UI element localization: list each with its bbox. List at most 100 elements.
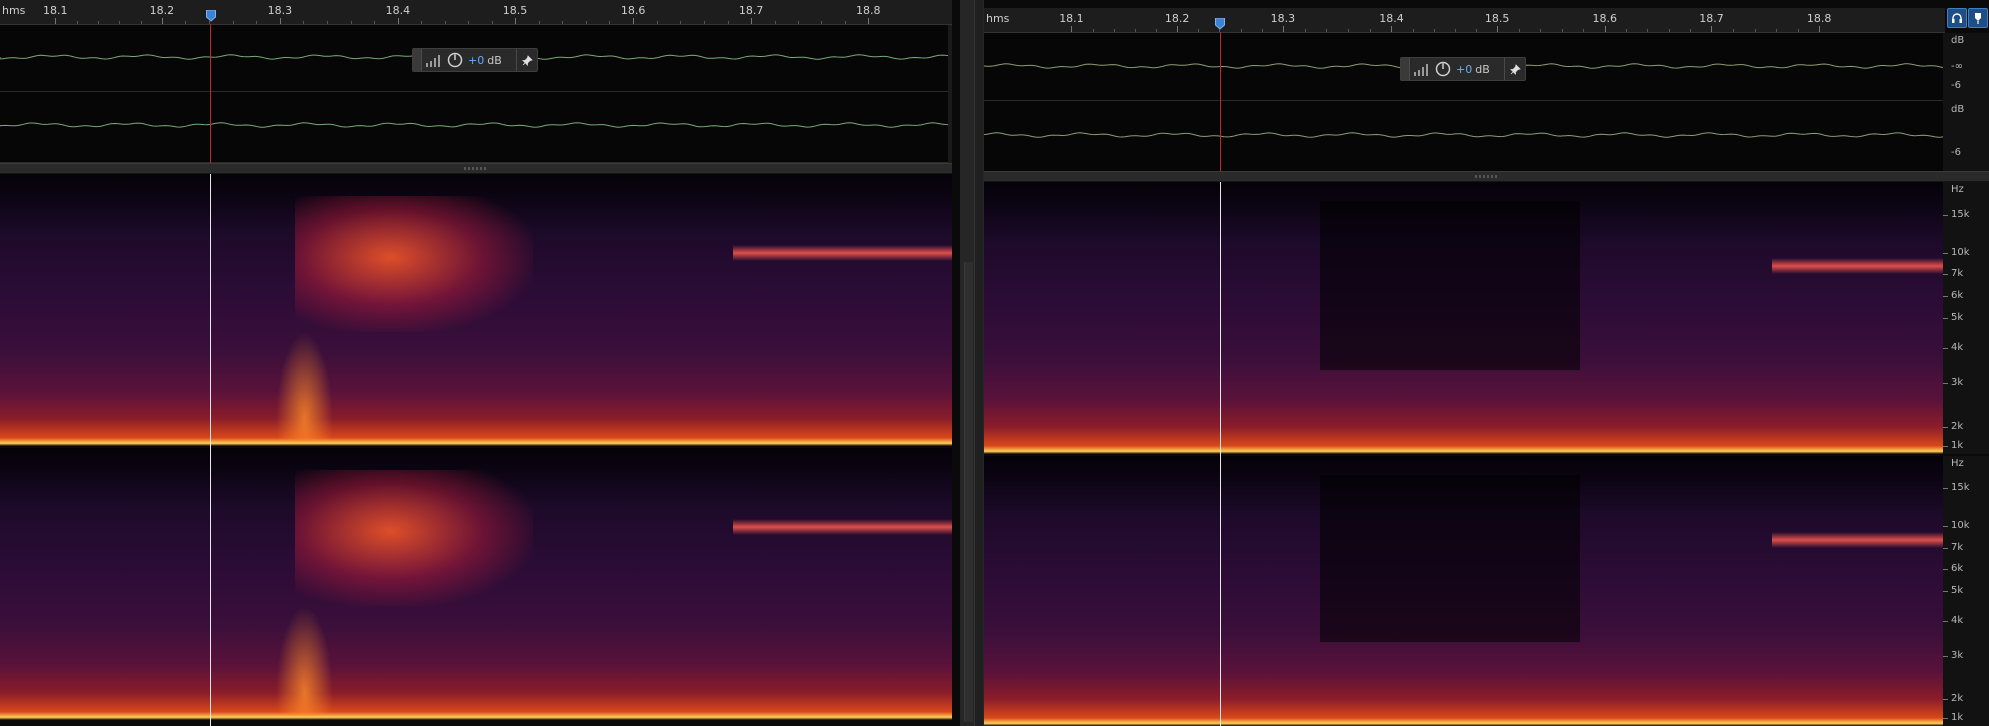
ruler-minor-tick bbox=[797, 21, 799, 24]
ruler-tick-label: 18.6 bbox=[620, 4, 646, 17]
frequency-scale[interactable]: Hz 15k 10k 7k 6k 5k 4k 3k 2k 1k bbox=[1943, 182, 1989, 454]
gain-knob-icon[interactable] bbox=[447, 52, 463, 68]
frequency-scale[interactable]: Hz 15k 10k 7k 6k 5k 4k 3k 2k 1k bbox=[1943, 456, 1989, 726]
spectral-feature bbox=[295, 469, 534, 606]
ruler-tick-label: 18.5 bbox=[502, 4, 528, 17]
time-ruler[interactable]: hms 18.1 18.2 18.3 18.4 18.5 18.6 18.7 18.8 bbox=[984, 8, 1945, 33]
right-editor-pane[interactable]: hms 18.1 18.2 18.3 18.4 18.5 18.6 18.7 18.8 dB … bbox=[984, 0, 1989, 726]
ruler-minor-tick bbox=[1690, 29, 1692, 32]
ruler-tick bbox=[161, 18, 163, 24]
freq-scale-label: 15k bbox=[1951, 482, 1970, 494]
hud-drag-handle[interactable] bbox=[1401, 58, 1410, 80]
ruler-minor-tick bbox=[232, 21, 234, 24]
ruler-minor-tick bbox=[774, 21, 776, 24]
freq-scale-tick bbox=[1943, 526, 1948, 528]
gain-hud[interactable]: +0 dB bbox=[412, 48, 538, 72]
ruler-minor-tick bbox=[1198, 29, 1200, 32]
ruler-minor-tick bbox=[119, 21, 121, 24]
pin-icon[interactable] bbox=[516, 49, 537, 71]
ruler-tick-label: 18.2 bbox=[1164, 12, 1190, 25]
spectrogram-channel-left[interactable] bbox=[0, 174, 952, 446]
ruler-tick-label: 18.5 bbox=[1484, 12, 1510, 25]
left-editor-pane[interactable]: hms 18.1 18.2 18.3 18.4 18.5 18.6 18.7 18.8 +0 … bbox=[0, 0, 960, 726]
gain-value[interactable]: +0 bbox=[1456, 63, 1472, 76]
spectrogram-channel-left[interactable] bbox=[984, 182, 1945, 454]
playhead-marker-icon[interactable] bbox=[206, 10, 217, 22]
ruler-minor-tick bbox=[656, 21, 658, 24]
ruler-minor-tick bbox=[562, 21, 564, 24]
ruler-minor-tick bbox=[1626, 29, 1628, 32]
ruler-tick-label: 18.3 bbox=[267, 4, 293, 17]
freq-scale-tick bbox=[1943, 426, 1948, 428]
freq-scale-label: 5k bbox=[1951, 585, 1964, 596]
ruler-tick bbox=[515, 18, 517, 24]
ruler-minor-tick bbox=[1348, 29, 1350, 32]
gain-value[interactable]: +0 bbox=[468, 54, 484, 67]
ruler-minor-tick bbox=[1134, 29, 1136, 32]
waveform-display[interactable] bbox=[0, 25, 952, 163]
spectral-feature bbox=[733, 244, 952, 262]
pane-divider[interactable] bbox=[960, 0, 984, 726]
gain-knob-icon[interactable] bbox=[1435, 61, 1451, 77]
ruler-tick-label: 18.6 bbox=[1592, 12, 1618, 25]
time-ruler[interactable]: hms 18.1 18.2 18.3 18.4 18.5 18.6 18.7 18.8 bbox=[0, 0, 952, 25]
ruler-minor-tick bbox=[1797, 29, 1799, 32]
freq-scale-label: 10k bbox=[1951, 520, 1970, 532]
amp-scale-unit: dB bbox=[1951, 104, 1965, 115]
gain-hud[interactable]: +0 dB bbox=[1400, 57, 1526, 81]
ruler-minor-tick bbox=[1668, 29, 1670, 32]
ruler-minor-tick bbox=[821, 21, 823, 24]
ruler-minor-tick bbox=[1092, 29, 1094, 32]
ruler-tick bbox=[55, 18, 57, 24]
ruler-tick bbox=[1071, 26, 1073, 32]
level-meter-icon bbox=[426, 55, 440, 67]
freq-scale-tick bbox=[1943, 445, 1948, 447]
spectrogram-channel-right[interactable] bbox=[0, 448, 952, 720]
freq-scale-tick bbox=[1943, 383, 1948, 385]
freq-scale-label: 5k bbox=[1951, 312, 1964, 323]
ruler-minor-tick bbox=[1240, 29, 1242, 32]
freq-scale-label: 1k bbox=[1951, 711, 1964, 723]
ruler-minor-tick bbox=[421, 21, 423, 24]
marker-flag-icon[interactable] bbox=[1968, 8, 1988, 28]
freq-scale-label: 2k bbox=[1951, 420, 1964, 432]
ruler-tick bbox=[1497, 26, 1499, 32]
spectral-feature bbox=[276, 331, 334, 441]
ruler-tick bbox=[397, 18, 399, 24]
ruler-minor-tick bbox=[1412, 29, 1414, 32]
view-splitter[interactable] bbox=[984, 171, 1989, 182]
ruler-tick bbox=[751, 18, 753, 24]
ruler-tick bbox=[1711, 26, 1713, 32]
waveform-display[interactable] bbox=[984, 33, 1945, 172]
ruler-tick bbox=[1391, 26, 1393, 32]
hud-drag-handle[interactable] bbox=[413, 49, 422, 71]
ruler-tick bbox=[279, 18, 281, 24]
freq-scale-label: 3k bbox=[1951, 377, 1964, 389]
amp-scale-label: -6 bbox=[1951, 80, 1961, 91]
ruler-tick bbox=[1177, 26, 1179, 32]
freq-scale-label: 7k bbox=[1951, 541, 1964, 553]
pin-icon[interactable] bbox=[1504, 58, 1525, 80]
ruler-minor-tick bbox=[1776, 29, 1778, 32]
amplitude-scale[interactable]: dB -∞ -6 dB -6 bbox=[1943, 33, 1989, 171]
ruler-minor-tick bbox=[1261, 29, 1263, 32]
gain-unit: dB bbox=[1475, 62, 1490, 76]
freq-scale-label: 3k bbox=[1951, 649, 1964, 661]
ruler-minor-tick bbox=[844, 21, 846, 24]
ruler-minor-tick bbox=[585, 21, 587, 24]
freq-scale-label: 15k bbox=[1951, 208, 1970, 220]
ruler-minor-tick bbox=[609, 21, 611, 24]
ruler-minor-tick bbox=[185, 21, 187, 24]
view-splitter[interactable] bbox=[0, 163, 952, 174]
ruler-minor-tick bbox=[703, 21, 705, 24]
ruler-minor-tick bbox=[491, 21, 493, 24]
spectrogram-channel-right[interactable] bbox=[984, 456, 1945, 726]
headphones-icon[interactable] bbox=[1947, 8, 1967, 28]
cursor-line bbox=[1220, 182, 1221, 726]
ruler-tick bbox=[1604, 26, 1606, 32]
ruler-tick-label: 18.1 bbox=[42, 4, 68, 17]
ruler-tick bbox=[1282, 26, 1284, 32]
spectral-feature bbox=[295, 195, 534, 332]
ruler-tick-label: 18.4 bbox=[1379, 12, 1404, 25]
playhead-marker-icon[interactable] bbox=[1215, 18, 1226, 30]
